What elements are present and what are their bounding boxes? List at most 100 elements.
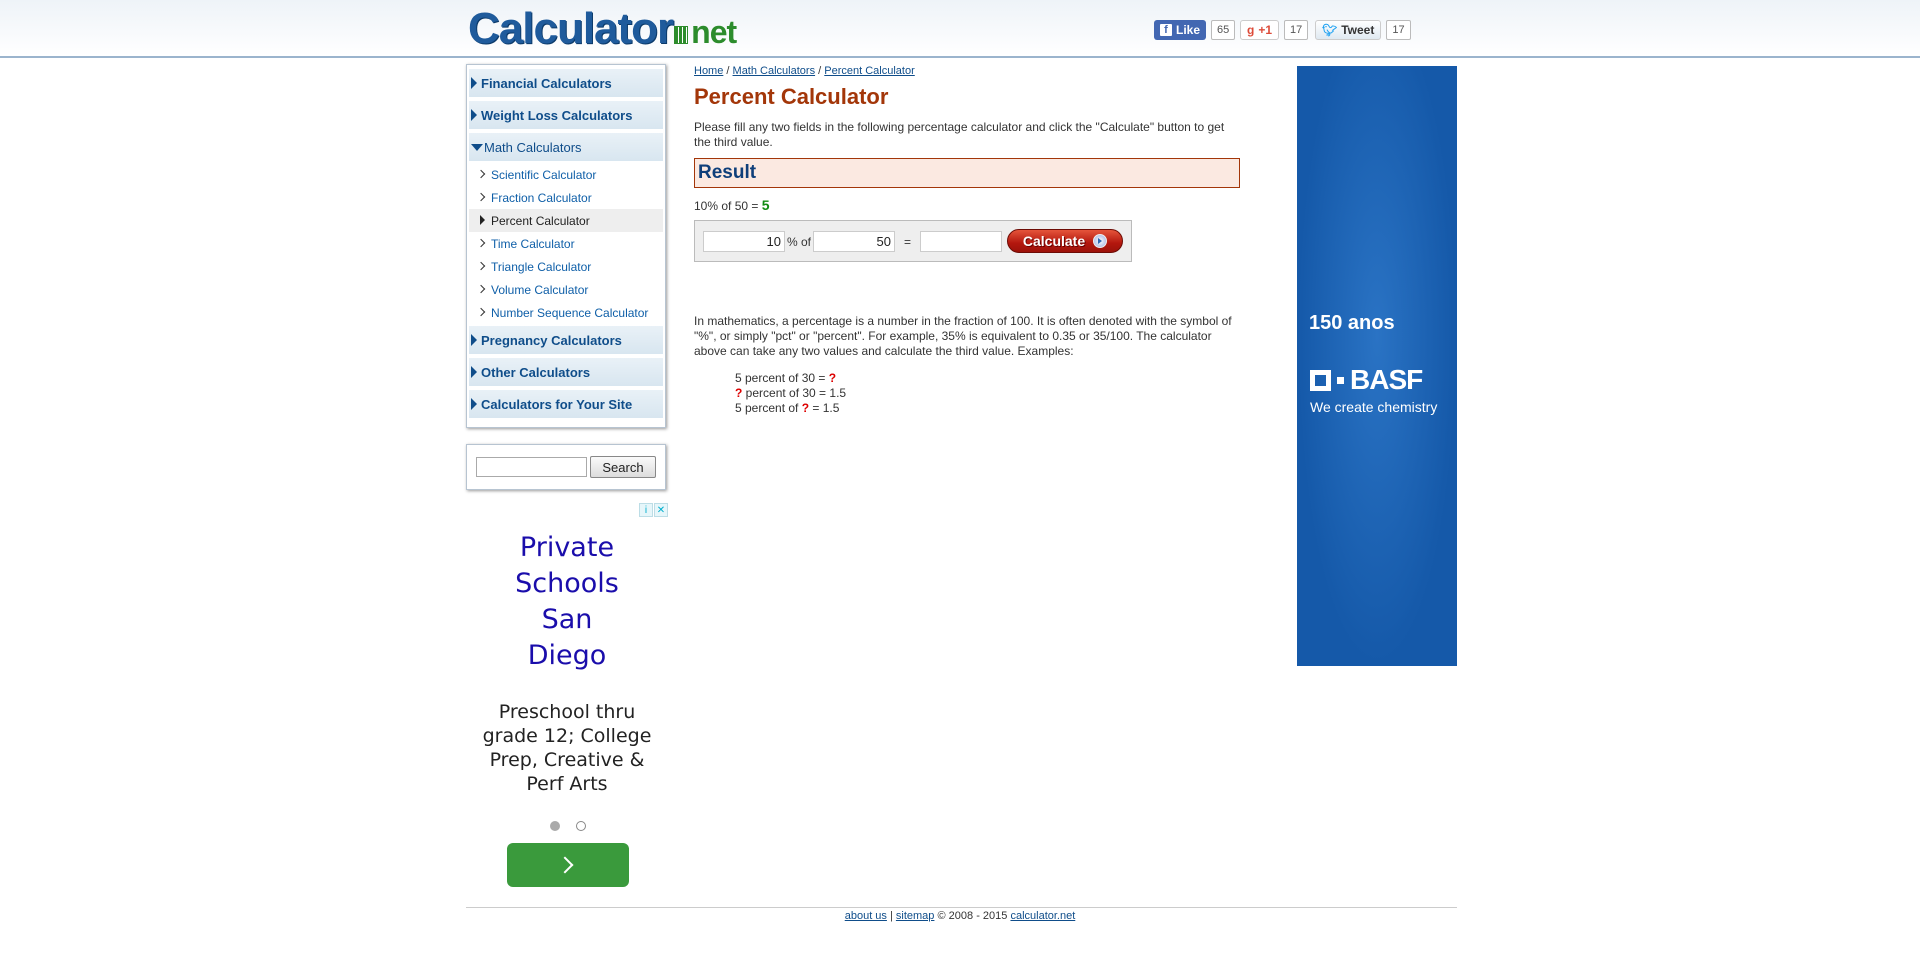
chevron-right-icon: [476, 192, 486, 202]
result-line: 10% of 50 = 5: [694, 197, 770, 213]
ad-carousel-dots: [550, 821, 586, 831]
expand-arrow-icon: [471, 398, 477, 410]
sidebar-item-weight-loss-calculators[interactable]: Weight Loss Calculators: [469, 101, 663, 129]
tweet-count: 17: [1386, 20, 1411, 40]
gplus-widget: g +1 17: [1240, 20, 1309, 40]
calculate-label: Calculate: [1022, 233, 1086, 249]
ad-tagline: We create chemistry: [1310, 399, 1438, 415]
chevron-right-icon: [476, 284, 486, 294]
facebook-like-label: Like: [1176, 23, 1201, 37]
play-arrow-icon: [1093, 234, 1108, 248]
calculate-button[interactable]: Calculate: [1007, 229, 1123, 253]
breadcrumb-current-link[interactable]: Percent Calculator: [824, 65, 915, 77]
result-input[interactable]: [920, 231, 1002, 252]
facebook-like-widget: f Like 65: [1154, 20, 1236, 40]
sidebar-subitem-volume-calculator[interactable]: Volume Calculator: [469, 278, 663, 301]
percent-input[interactable]: [703, 231, 785, 252]
footer-divider: [466, 907, 1457, 908]
unknown-mark: ?: [828, 371, 837, 385]
example-text: = 1.5: [809, 401, 840, 415]
ad-info-icon[interactable]: i: [639, 503, 653, 517]
chevron-right-icon: [476, 261, 486, 271]
search-button[interactable]: Search: [590, 456, 656, 478]
sidebar-nav: Financial Calculators Weight Loss Calcul…: [466, 64, 666, 428]
sidebar-subitem-label: Percent Calculator: [491, 213, 590, 228]
sidebar-item-pregnancy-calculators[interactable]: Pregnancy Calculators: [469, 326, 663, 354]
sidebar-subitem-scientific-calculator[interactable]: Scientific Calculator: [469, 163, 663, 186]
tweet-button[interactable]: 🐦︎ Tweet: [1315, 20, 1382, 40]
tweet-label: Tweet: [1341, 23, 1375, 37]
sidebar-item-label: Other Calculators: [481, 364, 591, 380]
facebook-like-count: 65: [1211, 20, 1236, 40]
result-expression: 10% of 50 =: [694, 199, 762, 213]
footer-separator: |: [889, 910, 893, 922]
footer-about-link[interactable]: about us: [845, 910, 887, 922]
basf-dot-icon: [1337, 376, 1344, 384]
footer-sitemap-link[interactable]: sitemap: [896, 910, 935, 922]
search-box: Search: [466, 444, 666, 490]
percent-of-label: % of: [787, 235, 812, 249]
sidebar-subitem-label: Number Sequence Calculator: [491, 305, 649, 320]
sidebar-item-financial-calculators[interactable]: Financial Calculators: [469, 69, 663, 97]
footer: about us | sitemap © 2008 - 2015 calcula…: [0, 910, 1920, 922]
search-input[interactable]: [476, 457, 587, 477]
ad-headline-text: Private Schools San Diego: [515, 532, 619, 671]
expand-arrow-icon: [471, 334, 477, 346]
gplus-count: 17: [1284, 20, 1309, 40]
unknown-mark: ?: [801, 401, 810, 415]
sidebar-subitem-triangle-calculator[interactable]: Triangle Calculator: [469, 255, 663, 278]
example-text: percent of 30 = 1.5: [742, 386, 847, 400]
sidebar-subitem-label: Triangle Calculator: [491, 259, 592, 274]
twitter-widget: 🐦︎ Tweet 17: [1315, 20, 1411, 40]
left-ad: i ✕ Private Schools San Diego Preschool …: [466, 500, 668, 895]
gplus-label: +1: [1258, 23, 1273, 37]
sidebar-item-label: Weight Loss Calculators: [481, 107, 633, 123]
expand-arrow-icon: [471, 366, 477, 378]
basf-square-icon: [1310, 369, 1331, 391]
chevron-right-icon: [476, 169, 486, 179]
ad-close-icon[interactable]: ✕: [654, 503, 668, 517]
footer-site-link[interactable]: calculator.net: [1010, 910, 1075, 922]
active-arrow-icon: [480, 215, 485, 225]
sidebar-item-math-calculators[interactable]: Math Calculators: [469, 133, 663, 161]
sidebar-subitem-time-calculator[interactable]: Time Calculator: [469, 232, 663, 255]
example-item: ? percent of 30 = 1.5: [735, 386, 846, 401]
percent-form: % of = Calculate: [694, 220, 1132, 262]
site-logo[interactable]: Calculator net: [468, 6, 737, 52]
examples-list: 5 percent of 30 = ? ? percent of 30 = 1.…: [735, 371, 846, 416]
breadcrumb: Home / Math Calculators / Percent Calcul…: [694, 65, 915, 77]
ad-body-text: Preschool thru grade 12; College Prep, C…: [482, 701, 652, 795]
sidebar-item-calculators-for-your-site[interactable]: Calculators for Your Site: [469, 390, 663, 418]
sidebar-subitem-number-sequence-calculator[interactable]: Number Sequence Calculator: [469, 301, 663, 324]
sidebar-item-label: Math Calculators: [484, 139, 582, 155]
sidebar-item-other-calculators[interactable]: Other Calculators: [469, 358, 663, 386]
example-item: 5 percent of 30 = ?: [735, 371, 846, 386]
page-title: Percent Calculator: [694, 84, 889, 109]
facebook-like-button[interactable]: f Like: [1154, 20, 1207, 40]
right-ad-banner[interactable]: 150 anos BASF We create chemistry: [1297, 66, 1457, 666]
sidebar-item-label: Pregnancy Calculators: [481, 332, 622, 348]
ad-anniversary-text: 150 anos: [1309, 312, 1395, 334]
sidebar-subitem-percent-calculator[interactable]: Percent Calculator: [469, 209, 663, 232]
calculator-icon: [674, 26, 689, 44]
ad-next-button[interactable]: [507, 843, 629, 887]
gplus-button[interactable]: g +1: [1240, 20, 1280, 40]
site-header: Calculator net f Like 65 g +1 17 🐦︎ Twee…: [0, 0, 1920, 58]
basf-wordmark: BASF: [1350, 364, 1423, 395]
carousel-dot[interactable]: [576, 821, 586, 831]
breadcrumb-math-link[interactable]: Math Calculators: [733, 65, 816, 77]
sidebar-subitem-fraction-calculator[interactable]: Fraction Calculator: [469, 186, 663, 209]
sidebar-item-label: Calculators for Your Site: [481, 396, 633, 412]
basf-logo: BASF: [1310, 364, 1423, 396]
example-text: 5 percent of 30 =: [735, 371, 829, 385]
expand-arrow-icon: [471, 77, 477, 89]
ad-choices: i ✕: [639, 503, 668, 517]
ad-headline[interactable]: Private Schools San Diego: [466, 530, 668, 674]
carousel-dot-active[interactable]: [550, 821, 560, 831]
base-value-input[interactable]: [813, 231, 895, 252]
footer-copyright: © 2008 - 2015: [937, 910, 1008, 922]
result-value: 5: [761, 197, 770, 213]
collapse-arrow-icon: [471, 144, 483, 151]
breadcrumb-home-link[interactable]: Home: [694, 65, 723, 77]
sidebar-subitem-label: Time Calculator: [491, 236, 575, 251]
